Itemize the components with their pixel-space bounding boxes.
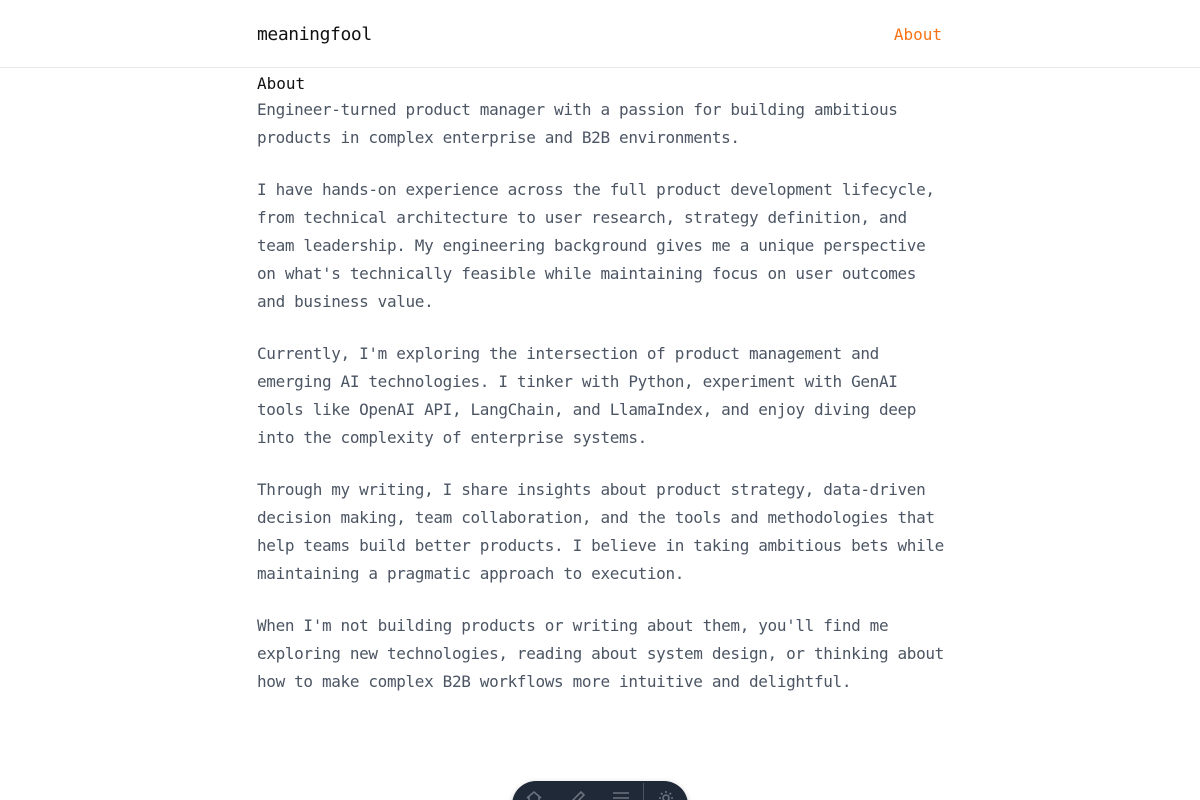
floating-dock <box>512 781 688 800</box>
write-icon <box>569 789 587 800</box>
site-title-link[interactable]: meaningfool <box>257 22 372 48</box>
about-paragraph-4: Through my writing, I share insights abo… <box>257 480 944 583</box>
about-paragraph-1: Engineer-turned product manager with a p… <box>257 100 898 147</box>
about-paragraph-2: I have hands-on experience across the fu… <box>257 180 935 311</box>
about-paragraph-5: When I'm not building products or writin… <box>257 616 944 691</box>
menu-icon <box>611 789 631 800</box>
dock-write-button[interactable] <box>556 789 600 800</box>
dock-menu-button[interactable] <box>600 789 644 800</box>
nav-about-link[interactable]: About <box>894 23 942 47</box>
site-header: meaningfool About <box>0 0 1200 68</box>
about-content: About Engineer-turned product manager wi… <box>257 72 947 720</box>
dock-settings-button[interactable] <box>644 789 688 800</box>
about-paragraph-3: Currently, I'm exploring the intersectio… <box>257 344 917 447</box>
settings-icon <box>657 789 675 800</box>
dock-home-button[interactable] <box>512 789 556 800</box>
home-icon <box>525 789 543 800</box>
page-title: About <box>257 74 306 93</box>
